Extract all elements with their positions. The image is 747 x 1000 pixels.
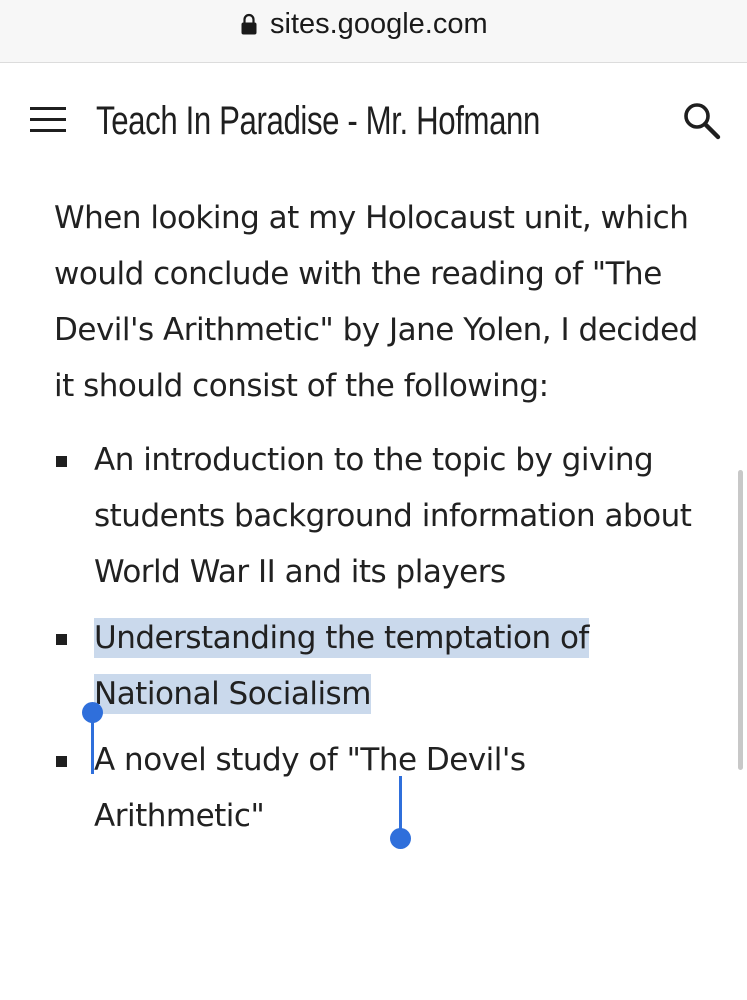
- search-icon[interactable]: [682, 101, 722, 141]
- list-item: A novel study of "The Devil's Arithmetic…: [54, 732, 704, 844]
- intro-paragraph: When looking at my Holocaust unit, which…: [54, 200, 698, 404]
- square-bullet-icon: [56, 634, 67, 645]
- list-item-text: An introduction to the topic by giving s…: [94, 442, 692, 590]
- square-bullet-icon: [56, 756, 67, 767]
- list-item-text: A novel study of "The Devil's Arithmetic…: [94, 742, 526, 834]
- selection-end-handle-knob[interactable]: [390, 828, 411, 849]
- hamburger-menu-icon[interactable]: [28, 107, 68, 135]
- selection-start-handle-knob[interactable]: [82, 702, 103, 723]
- selection-start-handle[interactable]: [82, 702, 103, 774]
- site-title[interactable]: Teach In Paradise - Mr. Hofmann: [96, 91, 540, 151]
- page-content: When looking at my Holocaust unit, which…: [54, 190, 704, 854]
- scrollbar[interactable]: [738, 470, 743, 770]
- selected-text-highlight[interactable]: Understanding the temptation of National…: [94, 618, 589, 714]
- list-item: An introduction to the topic by giving s…: [54, 432, 704, 600]
- square-bullet-icon: [56, 456, 67, 467]
- url-text[interactable]: sites.google.com: [270, 6, 488, 42]
- unit-list: An introduction to the topic by giving s…: [54, 432, 704, 844]
- list-item: Understanding the temptation of National…: [54, 610, 704, 722]
- browser-url-bar[interactable]: sites.google.com: [0, 0, 747, 63]
- site-header: Teach In Paradise - Mr. Hofmann: [0, 63, 747, 183]
- lock-icon: [241, 13, 257, 35]
- selection-end-handle[interactable]: [390, 776, 411, 849]
